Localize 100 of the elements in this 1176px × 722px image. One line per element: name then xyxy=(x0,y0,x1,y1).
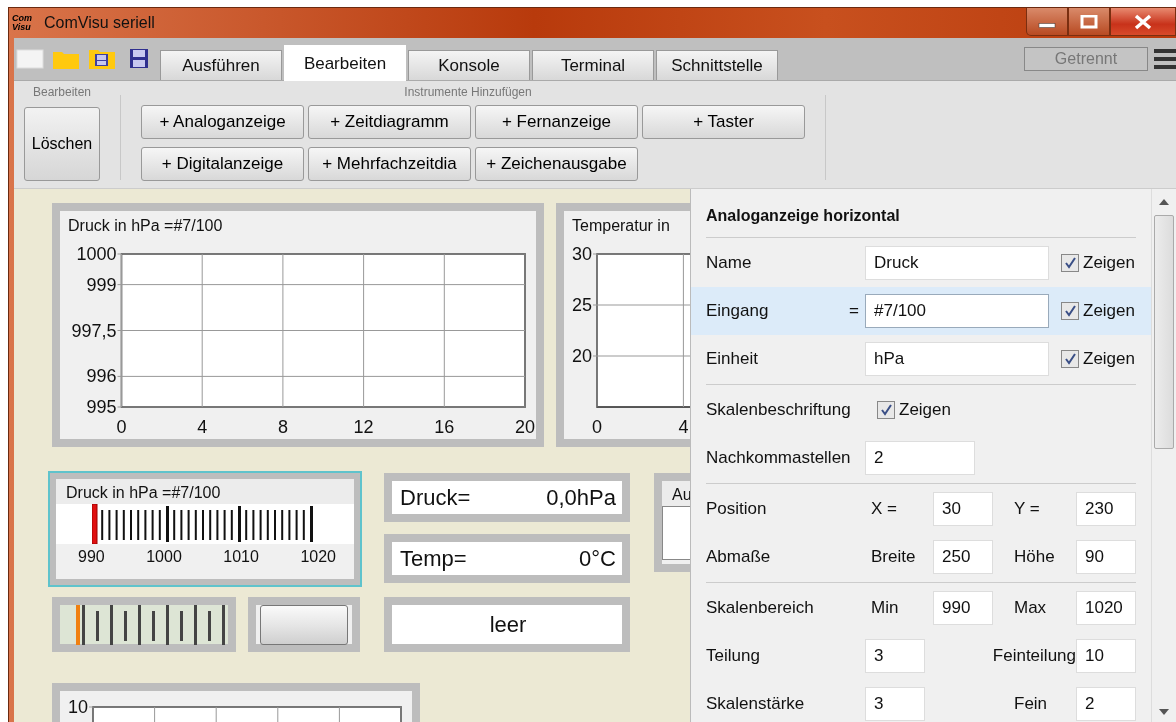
property-label: Abmaße xyxy=(706,547,772,567)
x-tick-label: 20 xyxy=(515,417,535,437)
property-label: Eingang xyxy=(706,301,770,321)
property-label: Skalenbeschriftung xyxy=(706,400,852,420)
ribbon-button[interactable]: + Mehrfachzeitdia xyxy=(308,147,471,181)
x-tick-label: 0 xyxy=(592,417,602,437)
checkmark-icon xyxy=(1063,256,1077,270)
input-field[interactable]: 2 xyxy=(1076,687,1136,721)
scale-label: 1000 xyxy=(146,548,182,566)
show-checkbox[interactable]: Zeigen xyxy=(1061,253,1135,273)
panel-title: Analoganzeige horizontal xyxy=(706,207,1136,238)
checkmark-icon xyxy=(879,403,893,417)
tab[interactable]: Ausführen xyxy=(160,50,282,80)
input-field[interactable]: 90 xyxy=(1076,540,1136,574)
property-label: Skalenbereich xyxy=(706,598,815,618)
input-field[interactable]: 990 xyxy=(933,591,993,625)
x-tick-label: 12 xyxy=(353,417,374,437)
input-field[interactable]: 250 xyxy=(933,540,993,574)
property-label: Name xyxy=(706,253,753,273)
y-tick-label: 25 xyxy=(571,295,592,315)
checkmark-icon xyxy=(1063,304,1077,318)
display-value: 0°C xyxy=(579,545,616,572)
property-label: Nachkommastellen xyxy=(706,448,852,468)
field-label: Höhe xyxy=(1014,547,1056,567)
ribbon-button[interactable]: + Analoganzeige xyxy=(141,105,304,139)
show-checkbox[interactable]: Zeigen xyxy=(1061,301,1135,321)
folder-save-icon[interactable] xyxy=(88,48,116,70)
property-label: Position xyxy=(706,499,768,519)
window-title: ComVisu seriell xyxy=(44,14,155,32)
input-field[interactable]: Druck xyxy=(865,246,1049,280)
y-tick-label: 999 xyxy=(86,274,117,295)
scale-label: 1020 xyxy=(300,548,336,566)
minimize-icon xyxy=(1038,23,1056,28)
field-label: Min xyxy=(870,598,900,618)
field-label: Max xyxy=(1014,598,1048,618)
ribbon-button[interactable]: + Fernanzeige xyxy=(475,105,638,139)
y-tick-label: 1000 xyxy=(76,244,117,264)
field-label: X = xyxy=(870,499,898,519)
property-label: Einheit xyxy=(706,349,759,369)
tab[interactable]: Terminal xyxy=(532,50,654,80)
y-tick-label: 10 xyxy=(67,697,88,717)
field-label: Y = xyxy=(1014,499,1041,519)
menu-icon[interactable] xyxy=(1154,46,1176,72)
analog-gauge[interactable]: Druck in hPa =#7/100 990 1000 1010 1020 xyxy=(50,473,360,585)
ribbon-button[interactable]: + Digitalanzeige xyxy=(141,147,304,181)
input-field[interactable]: 3 xyxy=(865,687,925,721)
scroll-down-icon[interactable] xyxy=(1159,709,1169,715)
group-title: Instrumente Hinzufügen xyxy=(404,85,532,101)
y-tick-label: 30 xyxy=(571,244,592,264)
ribbon-button[interactable]: + Taster xyxy=(642,105,805,139)
x-tick-label: 8 xyxy=(277,417,288,437)
field-label: Feinteilung xyxy=(992,646,1076,666)
field-label: Fein xyxy=(1014,694,1049,714)
scroll-thumb[interactable] xyxy=(1154,215,1174,449)
input-field[interactable]: 230 xyxy=(1076,492,1136,526)
maximize-button[interactable] xyxy=(1068,8,1110,36)
equals-sign: = xyxy=(849,301,859,320)
y-tick-label: 20 xyxy=(571,346,592,366)
gauge-title: Druck in hPa =#7/100 xyxy=(56,479,354,504)
ribbon-button[interactable]: + Zeitdiagramm xyxy=(308,105,471,139)
display-label: Temp= xyxy=(400,545,467,572)
tab[interactable]: Konsole xyxy=(408,50,530,80)
input-field[interactable]: #7/100 xyxy=(865,294,1049,328)
scale-label: 990 xyxy=(78,548,105,566)
ribbon-button[interactable]: + Zeichenausgabe xyxy=(475,147,638,181)
minimize-button[interactable] xyxy=(1026,8,1068,36)
property-label: Teilung xyxy=(706,646,761,666)
show-checkbox[interactable]: Zeigen xyxy=(877,400,951,420)
instrument-title: Au xyxy=(662,481,690,506)
y-tick-label: 997,5 xyxy=(71,320,117,341)
ribbon-button[interactable]: Löschen xyxy=(24,107,100,181)
x-tick-label: 4 xyxy=(678,417,689,437)
output-text: leer xyxy=(489,611,527,638)
close-button[interactable] xyxy=(1110,8,1176,36)
input-field[interactable]: 1020 xyxy=(1076,591,1136,625)
checkmark-icon xyxy=(1063,352,1077,366)
field-label: Breite xyxy=(870,547,917,567)
tab[interactable]: Schnittstelle xyxy=(656,50,778,80)
x-tick-label: 4 xyxy=(197,417,208,437)
maximize-icon xyxy=(1080,14,1098,29)
x-tick-label: 16 xyxy=(434,417,455,437)
input-field[interactable]: 10 xyxy=(1076,639,1136,673)
y-tick-label: 995 xyxy=(86,397,117,417)
y-tick-label: 996 xyxy=(86,366,117,387)
connection-status: Getrennt xyxy=(1024,47,1148,71)
push-button[interactable] xyxy=(260,604,348,645)
input-field[interactable]: 30 xyxy=(933,492,993,526)
property-label: Skalenstärke xyxy=(706,694,806,714)
group-title: Bearbeiten xyxy=(32,85,91,101)
close-icon xyxy=(1134,13,1152,30)
tab[interactable]: Bearbeiten xyxy=(284,45,406,81)
input-field[interactable]: 2 xyxy=(865,441,975,475)
scrollbar[interactable] xyxy=(1151,189,1176,722)
x-tick-label: 0 xyxy=(116,417,127,437)
input-field[interactable]: 3 xyxy=(865,639,925,673)
input-field[interactable]: hPa xyxy=(865,342,1049,376)
display-value: 0,0hPa xyxy=(546,484,616,511)
app-logo: Com Visu xyxy=(12,14,33,32)
scroll-up-icon[interactable] xyxy=(1159,199,1169,205)
show-checkbox[interactable]: Zeigen xyxy=(1061,349,1135,369)
